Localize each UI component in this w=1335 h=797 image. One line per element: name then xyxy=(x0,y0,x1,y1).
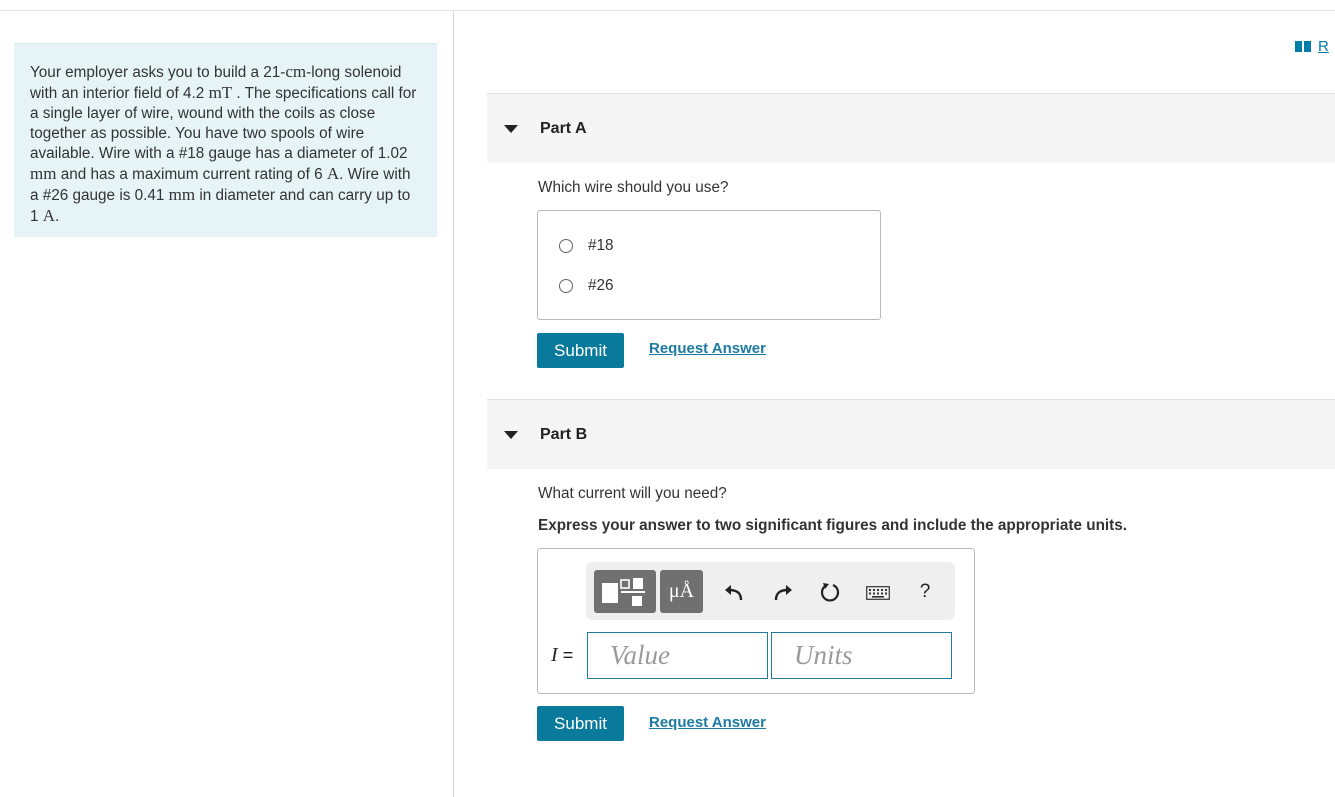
radio-button[interactable] xyxy=(559,279,573,293)
problem-statement: Your employer asks you to build a 21-cm-… xyxy=(14,43,437,237)
column-divider xyxy=(453,11,454,797)
part-a-submit-button[interactable]: Submit xyxy=(537,333,624,368)
part-b-title: Part B xyxy=(540,425,588,443)
part-b-question: What current will you need? xyxy=(538,485,727,502)
units-icon[interactable]: μÅ xyxy=(660,570,703,613)
value-input[interactable]: Value xyxy=(587,632,768,679)
top-border xyxy=(0,10,1335,11)
review-resource-label: R xyxy=(1318,37,1329,55)
units-input[interactable]: Units xyxy=(771,632,952,679)
templates-icon[interactable] xyxy=(594,570,656,613)
choice-label: #26 xyxy=(588,277,614,294)
help-icon[interactable]: ? xyxy=(914,579,936,605)
reset-icon[interactable] xyxy=(818,580,842,604)
choice-list: #18 #26 xyxy=(537,210,881,320)
keyboard-icon[interactable] xyxy=(865,585,891,601)
choice-option-18[interactable]: #18 xyxy=(559,237,614,255)
part-b-header[interactable]: Part B xyxy=(487,399,1335,469)
part-a-header[interactable]: Part A xyxy=(487,93,1335,163)
collapse-caret-icon[interactable] xyxy=(504,124,518,133)
choice-option-26[interactable]: #26 xyxy=(559,277,614,295)
problem-text: Your employer asks you to build a 21-cm-… xyxy=(30,62,417,225)
undo-icon[interactable] xyxy=(722,580,746,604)
part-a-question: Which wire should you use? xyxy=(538,179,729,196)
part-b-submit-button[interactable]: Submit xyxy=(537,706,624,741)
part-a-title: Part A xyxy=(540,119,587,137)
review-resource-link[interactable]: R xyxy=(1295,36,1329,56)
collapse-caret-icon[interactable] xyxy=(504,430,518,439)
part-b-instruction: Express your answer to two significant f… xyxy=(538,517,1128,534)
part-b-request-answer-link[interactable]: Request Answer xyxy=(649,714,766,731)
book-icon xyxy=(1295,40,1311,52)
variable-label: I = xyxy=(551,644,574,666)
choice-label: #18 xyxy=(588,237,614,254)
radio-button[interactable] xyxy=(559,239,573,253)
redo-icon[interactable] xyxy=(771,580,795,604)
part-a-request-answer-link[interactable]: Request Answer xyxy=(649,340,766,357)
